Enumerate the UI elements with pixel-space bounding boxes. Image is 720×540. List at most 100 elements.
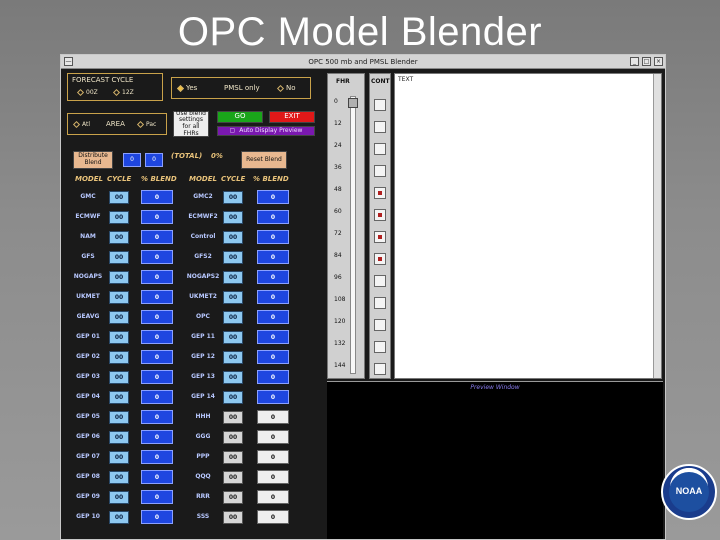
left-cycle-field[interactable]: 00 xyxy=(109,331,129,344)
window-menu-button[interactable]: — xyxy=(64,57,73,66)
right-blend-percent-field[interactable]: 0 xyxy=(257,430,289,444)
right-blend-percent-field[interactable]: 0 xyxy=(257,510,289,524)
auto-display-preview-toggle[interactable]: ▢ Auto Display Preview xyxy=(217,126,315,136)
left-cycle-field[interactable]: 00 xyxy=(109,251,129,264)
right-cycle-field[interactable]: 00 xyxy=(223,491,243,504)
cycle-00z-radio[interactable]: 00Z xyxy=(76,88,98,97)
right-cycle-field[interactable]: 00 xyxy=(223,211,243,224)
left-cycle-field[interactable]: 00 xyxy=(109,451,129,464)
use-blend-all-fhrs-button[interactable]: Use blend settings for all FHRs xyxy=(173,110,209,137)
left-blend-percent-field[interactable]: 0 xyxy=(141,410,173,424)
left-cycle-field[interactable]: 00 xyxy=(109,311,129,324)
left-blend-percent-field[interactable]: 0 xyxy=(141,350,173,364)
right-cycle-field[interactable]: 00 xyxy=(223,411,243,424)
pmsl-yes-radio[interactable]: Yes xyxy=(176,84,197,92)
right-cycle-field[interactable]: 00 xyxy=(223,351,243,364)
right-blend-percent-field[interactable]: 0 xyxy=(257,270,289,284)
right-blend-percent-field[interactable]: 0 xyxy=(257,330,289,344)
left-cycle-field[interactable]: 00 xyxy=(109,371,129,384)
cont-checkbox[interactable] xyxy=(374,121,386,133)
cont-checkbox[interactable] xyxy=(374,319,386,331)
distribute-value-1[interactable]: 0 xyxy=(123,153,141,167)
left-blend-percent-field[interactable]: 0 xyxy=(141,210,173,224)
right-blend-percent-field[interactable]: 0 xyxy=(257,310,289,324)
window-minimize-button[interactable]: _ xyxy=(630,57,639,66)
right-cycle-field[interactable]: 00 xyxy=(223,231,243,244)
left-blend-percent-field[interactable]: 0 xyxy=(141,450,173,464)
cont-checkbox[interactable] xyxy=(374,99,386,111)
right-cycle-field[interactable]: 00 xyxy=(223,451,243,464)
left-blend-percent-field[interactable]: 0 xyxy=(141,190,173,204)
fhr-slider-track[interactable] xyxy=(350,96,356,374)
left-blend-percent-field[interactable]: 0 xyxy=(141,290,173,304)
left-cycle-field[interactable]: 00 xyxy=(109,211,129,224)
left-blend-percent-field[interactable]: 0 xyxy=(141,510,173,524)
left-blend-percent-field[interactable]: 0 xyxy=(141,390,173,404)
reset-blend-button[interactable]: Reset Blend xyxy=(241,151,287,169)
right-cycle-field[interactable]: 00 xyxy=(223,511,243,524)
right-blend-percent-field[interactable]: 0 xyxy=(257,390,289,404)
exit-button[interactable]: EXIT xyxy=(269,111,315,123)
left-blend-percent-field[interactable]: 0 xyxy=(141,490,173,504)
right-blend-percent-field[interactable]: 0 xyxy=(257,470,289,484)
pmsl-no-radio[interactable]: No xyxy=(276,84,296,92)
area-pac-radio[interactable]: Pac xyxy=(136,120,156,129)
right-cycle-field[interactable]: 00 xyxy=(223,191,243,204)
left-blend-percent-field[interactable]: 0 xyxy=(141,470,173,484)
right-blend-percent-field[interactable]: 0 xyxy=(257,190,289,204)
cycle-12z-radio[interactable]: 12Z xyxy=(112,88,134,97)
right-cycle-field[interactable]: 00 xyxy=(223,431,243,444)
area-atl-radio[interactable]: Atl xyxy=(72,120,90,129)
distribute-value-2[interactable]: 0 xyxy=(145,153,163,167)
left-blend-percent-field[interactable]: 0 xyxy=(141,270,173,284)
left-cycle-field[interactable]: 00 xyxy=(109,291,129,304)
text-panel-scrollbar[interactable] xyxy=(653,74,661,378)
right-cycle-field[interactable]: 00 xyxy=(223,311,243,324)
right-blend-percent-field[interactable]: 0 xyxy=(257,250,289,264)
right-blend-percent-field[interactable]: 0 xyxy=(257,210,289,224)
left-cycle-field[interactable]: 00 xyxy=(109,511,129,524)
left-cycle-field[interactable]: 00 xyxy=(109,471,129,484)
cont-checkbox[interactable] xyxy=(374,253,386,265)
cont-checkbox[interactable] xyxy=(374,165,386,177)
left-cycle-field[interactable]: 00 xyxy=(109,351,129,364)
left-blend-percent-field[interactable]: 0 xyxy=(141,250,173,264)
right-blend-percent-field[interactable]: 0 xyxy=(257,450,289,464)
right-blend-percent-field[interactable]: 0 xyxy=(257,350,289,364)
left-cycle-field[interactable]: 00 xyxy=(109,231,129,244)
cont-checkbox[interactable] xyxy=(374,275,386,287)
right-cycle-field[interactable]: 00 xyxy=(223,251,243,264)
right-blend-percent-field[interactable]: 0 xyxy=(257,410,289,424)
cont-checkbox[interactable] xyxy=(374,297,386,309)
window-maximize-button[interactable]: □ xyxy=(642,57,651,66)
right-cycle-field[interactable]: 00 xyxy=(223,471,243,484)
fhr-slider-handle[interactable] xyxy=(348,98,358,108)
right-blend-percent-field[interactable]: 0 xyxy=(257,290,289,304)
distribute-blend-button[interactable]: Distribute Blend xyxy=(73,151,113,169)
cont-checkbox[interactable] xyxy=(374,231,386,243)
left-cycle-field[interactable]: 00 xyxy=(109,191,129,204)
right-blend-percent-field[interactable]: 0 xyxy=(257,490,289,504)
cont-checkbox[interactable] xyxy=(374,363,386,375)
cont-checkbox[interactable] xyxy=(374,209,386,221)
right-blend-percent-field[interactable]: 0 xyxy=(257,230,289,244)
left-blend-percent-field[interactable]: 0 xyxy=(141,310,173,324)
right-blend-percent-field[interactable]: 0 xyxy=(257,370,289,384)
left-cycle-field[interactable]: 00 xyxy=(109,491,129,504)
text-output-panel[interactable]: TEXT xyxy=(394,73,662,379)
left-blend-percent-field[interactable]: 0 xyxy=(141,330,173,344)
right-cycle-field[interactable]: 00 xyxy=(223,371,243,384)
left-blend-percent-field[interactable]: 0 xyxy=(141,230,173,244)
left-blend-percent-field[interactable]: 0 xyxy=(141,430,173,444)
right-cycle-field[interactable]: 00 xyxy=(223,331,243,344)
cont-checkbox[interactable] xyxy=(374,187,386,199)
left-cycle-field[interactable]: 00 xyxy=(109,431,129,444)
cont-checkbox[interactable] xyxy=(374,341,386,353)
right-cycle-field[interactable]: 00 xyxy=(223,391,243,404)
go-button[interactable]: GO xyxy=(217,111,263,123)
left-cycle-field[interactable]: 00 xyxy=(109,271,129,284)
right-cycle-field[interactable]: 00 xyxy=(223,291,243,304)
left-cycle-field[interactable]: 00 xyxy=(109,391,129,404)
left-cycle-field[interactable]: 00 xyxy=(109,411,129,424)
right-cycle-field[interactable]: 00 xyxy=(223,271,243,284)
